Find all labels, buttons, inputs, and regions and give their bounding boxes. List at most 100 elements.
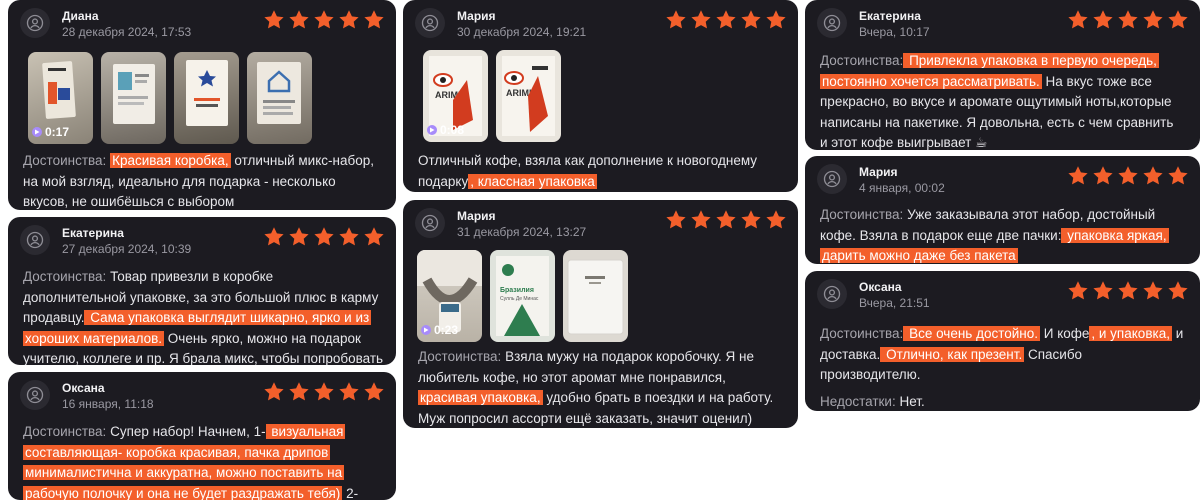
avatar[interactable]: [20, 8, 50, 38]
video-thumbnail[interactable]: 0:17: [28, 52, 93, 144]
review-card: Екатерина 27 декабря 2024, 10:39 Достоин…: [8, 217, 396, 365]
photo-thumbnail[interactable]: ARIMI: [496, 50, 561, 142]
video-duration: 0:17: [32, 125, 69, 139]
photo-thumbnail[interactable]: [563, 250, 628, 342]
user-icon: [823, 285, 841, 303]
text-line: доставка. Отлично, как презент. Спасибо: [820, 346, 1083, 362]
star-icon: [1093, 10, 1113, 29]
review-date: 28 декабря 2024, 17:53: [62, 25, 192, 39]
user-icon: [421, 14, 439, 32]
user-icon: [823, 170, 841, 188]
review-media: 0:23 Бразилия Сулль Де Минас: [417, 250, 628, 342]
review-header: Мария 30 декабря 2024, 19:21: [415, 8, 788, 44]
rating-stars: [664, 8, 788, 32]
text-line: Достоинства: Товар привезли в коробке: [23, 269, 274, 284]
photo-thumbnail[interactable]: [101, 52, 166, 144]
star-icon: [314, 382, 334, 401]
rating-stars: [262, 8, 386, 32]
star-icon: [289, 382, 309, 401]
review-date: 31 декабря 2024, 13:27: [457, 225, 587, 239]
text-line: красивая упаковка, удобно брать в поездк…: [418, 390, 774, 405]
highlight: составляющая- коробка красивая, пачка др…: [23, 444, 331, 460]
highlight: Отлично, как презент.: [880, 346, 1025, 362]
review-text: Достоинства: Красивая коробка, отличный …: [23, 151, 384, 210]
review-date: 16 января, 11:18: [62, 397, 154, 411]
review-card: Оксана 16 января, 11:18 Достоинства: Суп…: [8, 372, 396, 500]
star-icon: [289, 10, 309, 29]
photo-thumbnail[interactable]: [174, 52, 239, 144]
star-icon: [314, 227, 334, 246]
svg-text:Бразилия: Бразилия: [500, 287, 534, 294]
photo-thumbnail[interactable]: [247, 52, 312, 144]
review-date: Вчера, 21:51: [859, 296, 930, 310]
star-icon: [1093, 166, 1113, 185]
star-icon: [1143, 281, 1163, 300]
avatar[interactable]: [20, 380, 50, 410]
star-icon: [1068, 281, 1088, 300]
text-line: любитель кофе, но этот аромат мне понрав…: [418, 369, 726, 385]
text-line: прекрасно, во вкусе и аромате ощутимый н…: [820, 94, 1172, 109]
star-icon: [339, 227, 359, 246]
review-text: Достоинства: Взяла мужу на подарок короб…: [418, 347, 786, 428]
review-card: Диана 28 декабря 2024, 17:53 0:17 Достои…: [8, 0, 396, 210]
rating-stars: [1066, 8, 1190, 32]
review-header: Мария 4 января, 00:02: [817, 164, 1190, 200]
avatar[interactable]: [817, 164, 847, 194]
review-header: Екатерина Вчера, 10:17: [817, 8, 1190, 44]
star-icon: [1143, 166, 1163, 185]
star-icon: [264, 382, 284, 401]
text-line: Достоинства: Привлекла упаковка в первую…: [820, 53, 1159, 68]
text-line: вкусов, не ошибёшься с выбором: [23, 194, 235, 209]
review-date: 27 декабря 2024, 10:39: [62, 242, 192, 256]
star-icon: [314, 10, 334, 29]
text-line: Недостатки: Нет.: [820, 393, 925, 409]
avatar[interactable]: [817, 279, 847, 309]
star-icon: [1068, 166, 1088, 185]
text-line: дарить можно даже без пакета: [820, 246, 1188, 264]
review-text: Достоинства: Товар привезли в коробке до…: [23, 267, 384, 365]
text-line: Достоинства: Красивая коробка, отличный …: [23, 153, 374, 168]
play-icon: [32, 127, 42, 137]
highlight: хороших материалов.: [23, 330, 165, 346]
star-icon: [1118, 10, 1138, 29]
avatar[interactable]: [817, 8, 847, 38]
review-header: Екатерина 27 декабря 2024, 10:39: [20, 225, 386, 261]
user-icon: [421, 214, 439, 232]
video-duration: 0:23: [421, 323, 458, 337]
star-icon: [716, 210, 736, 229]
avatar[interactable]: [415, 8, 445, 38]
review-header: Оксана Вчера, 21:51: [817, 279, 1190, 315]
video-thumbnail[interactable]: ARIMI 0:08: [423, 50, 488, 142]
text-line: Муж попросил ассорти ещё заказать, значи…: [418, 410, 753, 426]
highlight: , классная упаковка: [468, 173, 597, 189]
text-line: учителю, коллеге и пр. Я брала микс, что…: [23, 351, 384, 365]
avatar[interactable]: [415, 208, 445, 238]
star-icon: [1143, 10, 1163, 29]
highlight: визуальная: [265, 424, 346, 439]
star-icon: [1068, 10, 1088, 29]
photo-thumbnail[interactable]: Бразилия Сулль Де Минас: [490, 250, 555, 342]
star-icon: [741, 10, 761, 29]
text-line: кофе. Взяла в подарок еще две пачки: упа…: [820, 227, 1169, 243]
highlight: рабочую полочку и она не будет раздражат…: [23, 485, 343, 500]
review-card: Мария 4 января, 00:02 Достоинства: Уже з…: [805, 156, 1200, 264]
star-icon: [1118, 281, 1138, 300]
text-line: Достоинства: Все очень достойно. И кофе,…: [820, 326, 1184, 341]
review-card: Мария 31 декабря 2024, 13:27 0:23 Бразил…: [403, 200, 798, 428]
user-icon: [26, 231, 44, 249]
review-author: Оксана: [62, 381, 105, 395]
video-thumbnail[interactable]: 0:23: [417, 250, 482, 342]
user-icon: [26, 386, 44, 404]
rating-stars: [262, 380, 386, 404]
review-text: Достоинства: Уже заказывала этот набор, …: [820, 205, 1188, 264]
text-line: составляющая- коробка красивая, пачка др…: [23, 443, 384, 464]
highlight: упаковка яркая,: [1061, 227, 1169, 243]
star-icon: [1118, 166, 1138, 185]
review-media: 0:17: [28, 52, 312, 144]
user-icon: [823, 14, 841, 32]
star-icon: [666, 10, 686, 29]
review-card: Мария 30 декабря 2024, 19:21 ARIMI 0:08 …: [403, 0, 798, 192]
review-card: Екатерина Вчера, 10:17 Достоинства: Прив…: [805, 0, 1200, 150]
avatar[interactable]: [20, 225, 50, 255]
review-author: Диана: [62, 9, 99, 23]
